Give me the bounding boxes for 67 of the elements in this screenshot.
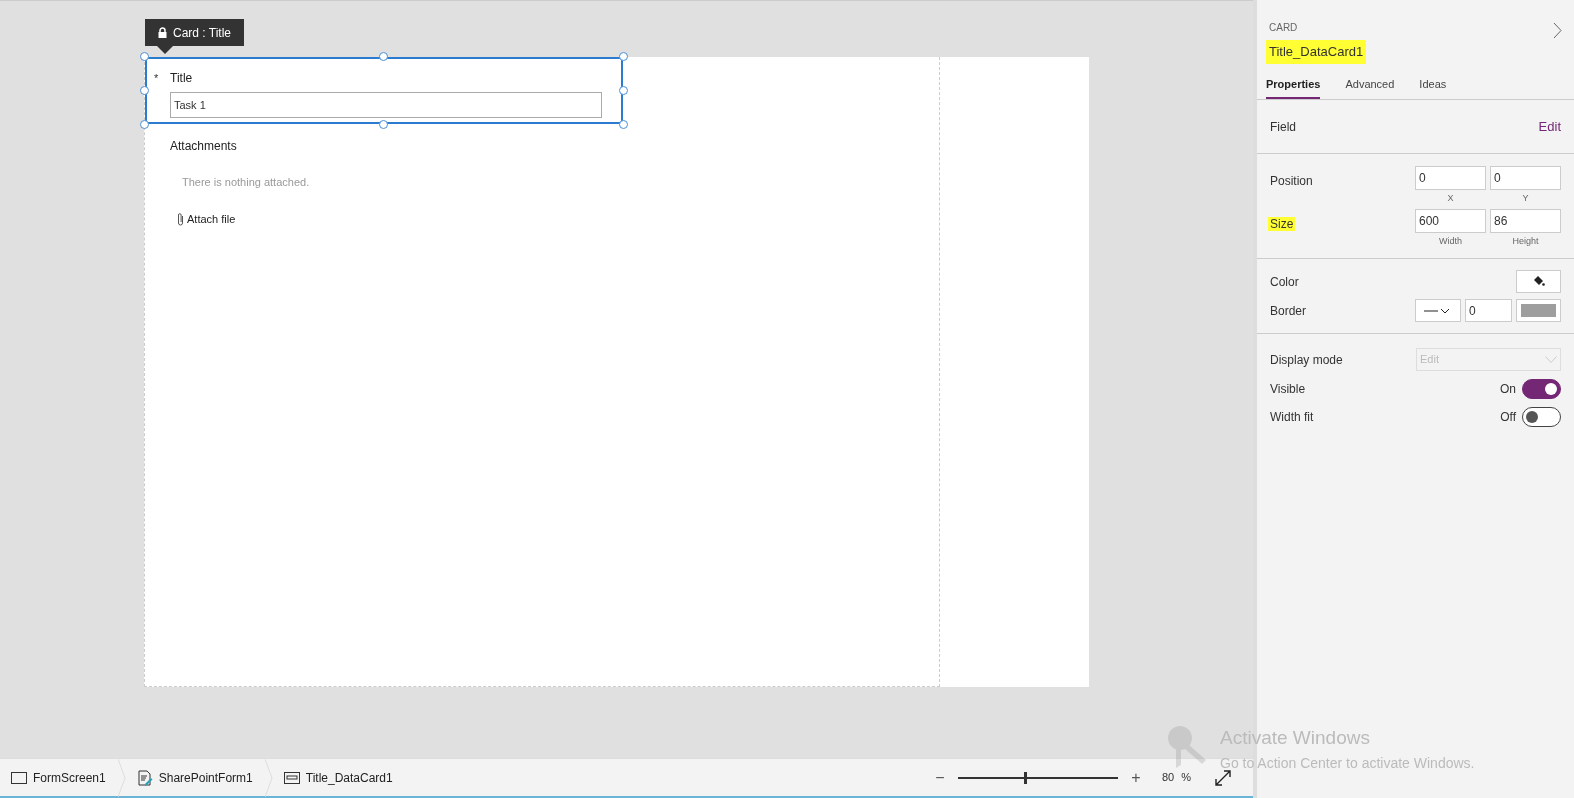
resize-handle[interactable] — [379, 52, 388, 61]
zoom-out-button[interactable]: − — [929, 765, 950, 790]
input-caption: Width — [1439, 234, 1462, 248]
breadcrumb-item[interactable]: FormScreen1 — [0, 768, 118, 787]
border-style-dropdown[interactable] — [1415, 299, 1461, 322]
resize-handle[interactable] — [619, 86, 628, 95]
color-picker-button[interactable] — [1516, 270, 1561, 293]
toggle-switch[interactable] — [1522, 407, 1561, 427]
toggle-state: Off — [1500, 409, 1516, 426]
screen-icon — [11, 771, 27, 784]
field-label: Title — [170, 70, 193, 87]
resize-handle[interactable] — [379, 120, 388, 129]
input-caption: Height — [1512, 234, 1539, 248]
slider-thumb[interactable] — [1024, 771, 1028, 784]
input-caption: Y — [1522, 192, 1529, 205]
property-label: Width fit — [1270, 409, 1315, 426]
number-input[interactable]: 600 — [1415, 208, 1486, 233]
paperclip-icon — [177, 211, 184, 226]
required-mark: * — [154, 71, 159, 86]
resize-handle[interactable] — [140, 120, 149, 129]
resize-handle[interactable] — [140, 86, 149, 95]
line-style-icon — [1424, 306, 1452, 315]
fit-to-window-icon[interactable] — [1215, 769, 1231, 786]
number-input[interactable]: 86 — [1490, 208, 1561, 233]
zoom-value: 80 — [1161, 770, 1175, 786]
toggle-state: On — [1500, 381, 1516, 398]
chevron-right-icon[interactable] — [1553, 22, 1562, 39]
attach-file-link[interactable]: Attach file — [177, 210, 236, 227]
border-color-button[interactable] — [1516, 299, 1561, 322]
property-label: Field — [1270, 118, 1296, 136]
chevron-down-icon — [1545, 356, 1557, 363]
empty-message: There is nothing attached. — [182, 175, 310, 190]
section-label: Attachments — [170, 138, 237, 155]
form-icon — [136, 769, 153, 786]
property-label: Color — [1270, 273, 1299, 291]
toggle-switch[interactable] — [1522, 379, 1561, 399]
tooltip-pointer — [157, 46, 173, 54]
border-thickness-input[interactable]: 0 — [1465, 299, 1512, 322]
percent-sign: % — [1181, 770, 1191, 786]
text-input[interactable]: Task 1 — [170, 92, 602, 118]
activation-message: Go to Action Center to activate Windows. — [1220, 753, 1475, 773]
zoom-slider[interactable] — [957, 771, 1118, 784]
panel-tab[interactable]: Ideas — [1419, 75, 1447, 99]
property-label: Visible — [1270, 381, 1307, 398]
selection-outline[interactable] — [145, 57, 623, 124]
breadcrumb-item[interactable]: SharePointForm1 — [125, 768, 265, 787]
panel-tab[interactable]: Properties — [1266, 75, 1321, 99]
lock-icon — [158, 27, 167, 38]
breadcrumb-item[interactable]: Title_DataCard1 — [272, 768, 405, 787]
resize-handle[interactable] — [619, 120, 628, 129]
input-caption: X — [1447, 192, 1454, 205]
card-icon — [283, 771, 300, 784]
property-label: Size — [1268, 216, 1296, 231]
activation-title: Activate Windows — [1220, 726, 1371, 750]
resize-handle[interactable] — [619, 52, 628, 61]
panel-tab[interactable]: Advanced — [1345, 75, 1395, 99]
paint-bucket-icon — [1532, 276, 1545, 287]
property-label: Position — [1270, 174, 1313, 188]
property-label: Border — [1270, 302, 1308, 320]
zoom-in-button[interactable]: + — [1125, 765, 1146, 790]
number-input[interactable]: 0 — [1490, 166, 1561, 190]
property-label: Display mode — [1270, 351, 1343, 369]
resize-handle[interactable] — [140, 52, 149, 61]
panel-type-label: CARD — [1269, 21, 1298, 35]
edit-link[interactable]: Edit — [1538, 116, 1561, 137]
control-name: Title_DataCard1 — [1266, 40, 1367, 64]
number-input[interactable]: 0 — [1415, 166, 1486, 190]
